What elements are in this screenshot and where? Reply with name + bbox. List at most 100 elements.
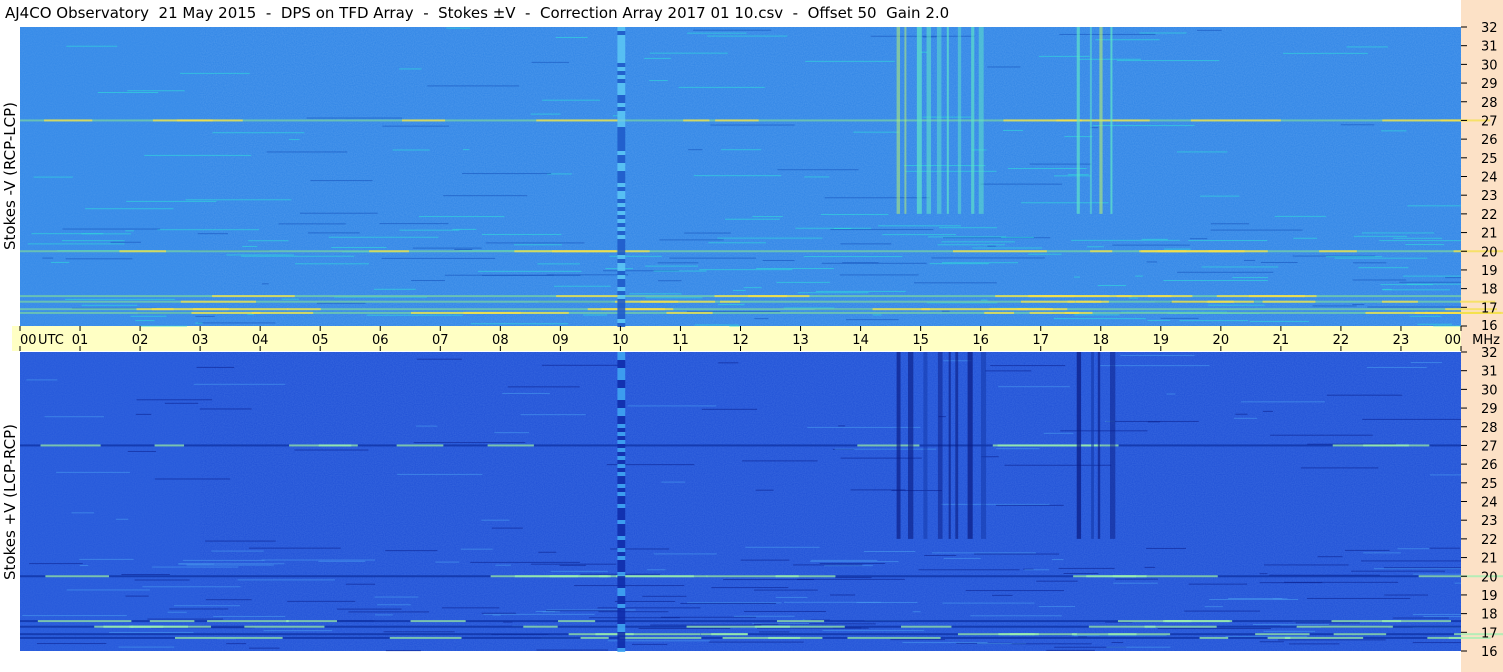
bottom-burst-striation: [907, 352, 914, 539]
top-rfi-line: [140, 325, 187, 327]
bottom-wideband-segment: [617, 568, 626, 572]
bottom-rfi-line: [653, 553, 717, 555]
bottom-rfi-line: [797, 578, 905, 580]
bottom-rfi-segment: [1108, 633, 1137, 636]
top-rfi-line: [980, 299, 988, 301]
bottom-wideband-segment: [617, 424, 626, 428]
bottom-rfi-segment: [286, 620, 337, 623]
bottom-rfi-segment: [1382, 620, 1452, 623]
top-rfi-segment: [463, 311, 569, 314]
bottom-rfi-line: [495, 564, 512, 566]
bottom-rfi-line: [318, 560, 366, 562]
mhz-tick-label: 28: [1481, 421, 1498, 436]
bottom-rfi-segment: [1333, 633, 1387, 636]
bottom-wideband-segment: [617, 412, 626, 416]
top-rfi-line: [212, 132, 305, 134]
utc-tick-label: 18: [1092, 333, 1109, 348]
top-rfi-segment: [251, 311, 314, 314]
bottom-wideband-segment: [617, 420, 626, 424]
bottom-rfi-line: [1397, 548, 1430, 550]
top-rfi-line: [537, 263, 580, 265]
bottom-wideband-segment: [617, 620, 626, 624]
top-rfi-line: [1399, 281, 1461, 283]
top-rfi-line: [62, 228, 161, 230]
top-rfi-line: [846, 319, 899, 321]
bottom-burst-striation: [1076, 352, 1082, 539]
top-rfi-line: [1112, 244, 1190, 246]
utc-tick-label: 00: [1444, 333, 1461, 348]
bottom-rfi-line: [178, 563, 285, 565]
bottom-rfi-line: [294, 449, 369, 451]
bottom-rfi-line: [494, 432, 530, 434]
top-rfi-segment: [995, 295, 1076, 298]
bottom-rfi-line: [807, 426, 921, 428]
bottom-rfi-line: [491, 527, 523, 529]
bottom-rfi-line: [211, 550, 264, 552]
top-wideband-segment: [617, 123, 626, 127]
bottom-rfi-line: [460, 548, 493, 550]
bottom-wideband-segment: [617, 632, 626, 636]
top-rfi-line: [126, 200, 217, 202]
top-rfi-line: [797, 292, 869, 294]
bottom-rfi-line: [1058, 567, 1115, 569]
top-rfi-segment: [1090, 250, 1113, 253]
top-rfi-line: [939, 227, 997, 229]
bottom-rfi-line: [199, 408, 252, 410]
top-rfi-line: [1087, 246, 1104, 248]
top-rfi-line: [1054, 175, 1092, 177]
bottom-rfi-line: [1366, 366, 1427, 368]
bottom-rfi-line: [1423, 616, 1461, 618]
top-rfi-line: [929, 263, 990, 265]
top-rfi-line: [1249, 320, 1310, 322]
mhz-tick-label: 18: [1481, 283, 1498, 298]
top-rfi-line: [1382, 288, 1392, 290]
bottom-rfi-line: [287, 600, 356, 602]
bottom-rfi-line: [1344, 549, 1390, 551]
bottom-rfi-line: [1270, 434, 1373, 436]
top-rfi-line: [1038, 55, 1090, 57]
bottom-rfi-line: [182, 559, 265, 561]
top-rfi-segment: [402, 119, 446, 122]
top-rfi-line: [732, 289, 746, 291]
top-rfi-segment: [180, 300, 256, 303]
top-rfi-line: [1160, 317, 1199, 319]
top-rfi-line: [1406, 283, 1461, 285]
bottom-rfi-line: [147, 618, 224, 620]
top-rfi-line: [1334, 257, 1428, 259]
top-rfi-line: [248, 240, 289, 242]
top-rfi-line: [815, 290, 906, 292]
top-rfi-line: [1208, 304, 1265, 306]
bottom-rfi-line: [1046, 649, 1095, 651]
top-rfi-line: [65, 258, 133, 260]
top-rfi-segment: [1067, 300, 1109, 303]
top-rfi-line: [721, 149, 762, 151]
mhz-tick-label: 24: [1481, 496, 1498, 511]
utc-unit-label: UTC: [38, 333, 64, 348]
top-wideband-segment: [617, 119, 626, 123]
top-wideband-segment: [617, 35, 626, 39]
top-rfi-line: [295, 263, 369, 265]
top-wideband-segment: [617, 75, 626, 79]
top-rfi-line: [1352, 279, 1407, 281]
bottom-rfi-line: [385, 550, 438, 552]
bottom-rfi-line: [502, 392, 550, 394]
bottom-rfi-segment: [847, 636, 941, 639]
bottom-burst-striation: [955, 352, 959, 539]
bottom-rfi-line: [66, 589, 150, 591]
top-rfi-line: [462, 149, 470, 151]
bottom-rfi-line: [79, 558, 134, 560]
top-rfi-line: [777, 169, 859, 171]
top-rfi-line: [27, 243, 125, 245]
top-wideband-segment: [617, 103, 626, 107]
mhz-tick-label: 32: [1481, 346, 1498, 361]
bottom-rfi-line: [542, 611, 560, 613]
bottom-rfi-line: [125, 595, 149, 597]
utc-tick-label: 16: [972, 333, 989, 348]
top-rfi-line: [1164, 248, 1191, 250]
top-rfi-line: [776, 281, 830, 283]
bottom-rfi-line: [435, 561, 460, 563]
bottom-rfi-line: [1454, 582, 1461, 584]
bottom-rfi-line: [1412, 613, 1461, 615]
bottom-rfi-line: [1105, 420, 1199, 422]
bottom-wideband-segment: [617, 560, 626, 564]
